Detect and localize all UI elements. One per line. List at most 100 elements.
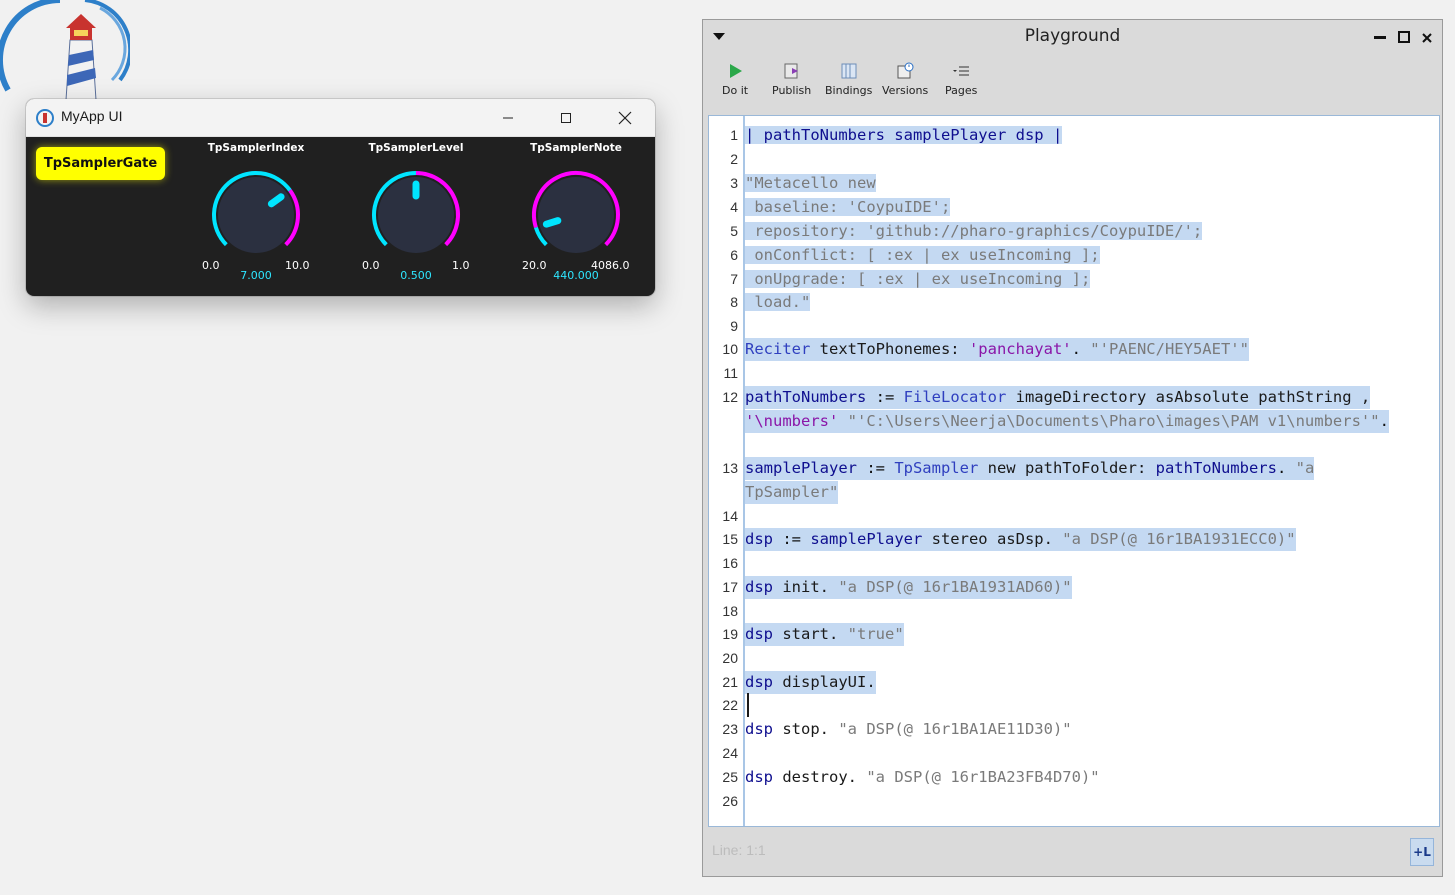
- code-token: Reciter: [745, 340, 811, 358]
- knob-body: [538, 177, 614, 253]
- app-icon: [36, 109, 54, 127]
- line-numbers-toggle-button[interactable]: +L: [1410, 838, 1434, 866]
- line-number: 13: [722, 460, 738, 476]
- code-token: stereo asDsp.: [922, 530, 1063, 548]
- knob-value: 7.000: [240, 269, 272, 282]
- line-number: 17: [722, 579, 738, 595]
- publish-icon: [784, 63, 798, 79]
- pharo-lighthouse-icon: [0, 0, 133, 110]
- code-token: TpSampler": [745, 483, 839, 501]
- line-number: 10: [722, 341, 738, 357]
- code-token: repository: 'github://pharo-graphics/Coy…: [745, 222, 1203, 240]
- code-line: samplePlayer := TpSampler new pathToFold…: [745, 457, 1315, 480]
- line-number: 23: [722, 721, 738, 737]
- code-token: onUpgrade: [ :ex | ex useIncoming ];: [745, 270, 1091, 288]
- tool-label: Publish: [772, 84, 812, 97]
- line-number: 24: [722, 745, 738, 761]
- code-token: '\numbers': [745, 412, 839, 430]
- knob-label: TpSamplerNote: [530, 142, 622, 154]
- line-number: 7: [730, 271, 738, 287]
- code-token: destroy.: [773, 768, 867, 786]
- line-number: 19: [722, 626, 738, 642]
- playground-window: Playground Do it Publish Bindings Versio…: [702, 19, 1443, 877]
- knob-label: TpSamplerLevel: [368, 142, 464, 154]
- code-line: | pathToNumbers samplePlayer dsp |: [745, 124, 1063, 147]
- status-bar: Line: 1:1 +L: [703, 828, 1442, 876]
- maximize-icon: [1398, 31, 1410, 43]
- code-token: pathToNumbers: [1155, 459, 1277, 477]
- bindings-button[interactable]: Bindings: [825, 61, 872, 97]
- code-token: displayUI.: [773, 673, 876, 691]
- code-token: "'PAENC/HEY5AET'": [1090, 340, 1249, 358]
- publish-button[interactable]: Publish: [772, 61, 811, 97]
- maximize-icon: [561, 112, 571, 123]
- line-number: 1: [730, 127, 738, 143]
- knob-value: 0.500: [400, 269, 432, 282]
- playground-titlebar[interactable]: Playground: [703, 20, 1442, 55]
- tpsamplergate-button[interactable]: TpSamplerGate: [36, 147, 165, 180]
- code-editor[interactable]: 1 2 3 4 5 6 7 8 9 10 11 12 13 14 15 16 17 18 19 20 21 22 23 24 2…: [708, 115, 1440, 827]
- minimize-button[interactable]: [1374, 28, 1386, 47]
- playground-toolbar: Do it Publish Bindings Versions Pages: [703, 55, 1442, 115]
- code-token: "'C:\Users\Neerja\Documents\Pharo\images…: [847, 412, 1380, 430]
- code-token: "true": [847, 625, 904, 643]
- tool-label: Versions: [882, 84, 929, 97]
- code-token: "a DSP(@ 16r1BA1931AD60)": [838, 578, 1072, 596]
- tool-label: Bindings: [825, 84, 873, 97]
- code-token: dsp: [745, 768, 773, 786]
- line-number: 11: [723, 365, 738, 381]
- code-token: onConflict: [ :ex | ex useIncoming ];: [745, 246, 1100, 264]
- playground-title: Playground: [1024, 26, 1121, 46]
- line-number: 15: [722, 531, 738, 547]
- knob-indicator: [542, 217, 562, 228]
- window-titlebar[interactable]: MyApp UI: [26, 99, 655, 137]
- code-token: :=: [856, 459, 895, 477]
- minimize-icon: [1374, 36, 1386, 39]
- code-token: pathToNumbers: [745, 388, 867, 406]
- code-token: stop.: [773, 720, 839, 738]
- code-token: textToPhonemes:: [810, 340, 969, 358]
- code-line: dsp stop. "a DSP(@ 16r1BA1AE11D30)": [745, 718, 1072, 741]
- app-content: TpSamplerGate TpSamplerIndex 0.0 10.0 7.…: [26, 137, 655, 296]
- knob-group-note: TpSamplerNote 20.0 4086.0 440.000: [506, 137, 646, 296]
- code-token: load.": [745, 293, 811, 311]
- code-line: '\numbers' "'C:\Users\Neerja\Documents\P…: [745, 410, 1389, 433]
- tpsamplernote-knob[interactable]: [528, 167, 624, 263]
- line-number: 8: [730, 294, 738, 310]
- play-icon: [730, 64, 743, 78]
- line-number: 2: [730, 151, 738, 167]
- bindings-icon: [841, 63, 857, 79]
- code-token: "a: [1295, 459, 1315, 477]
- close-icon: [1422, 33, 1432, 43]
- knob-label: TpSamplerIndex: [207, 142, 305, 154]
- window-title: MyApp UI: [61, 108, 123, 124]
- line-number: 25: [722, 769, 738, 785]
- versions-button[interactable]: Versions: [882, 61, 928, 97]
- tool-label: Pages: [945, 84, 978, 97]
- maximize-button[interactable]: [537, 99, 595, 136]
- code-token: dsp: [745, 578, 773, 596]
- tpsamplerindex-knob[interactable]: [208, 167, 304, 263]
- line-number: 9: [730, 318, 738, 334]
- code-line: TpSampler": [745, 481, 839, 504]
- code-text-area[interactable]: | pathToNumbers samplePlayer dsp | "Meta…: [745, 116, 1439, 826]
- close-icon: [618, 111, 632, 124]
- knob-body: [218, 177, 294, 253]
- maximize-button[interactable]: [1398, 28, 1410, 47]
- code-line: onUpgrade: [ :ex | ex useIncoming ];: [745, 268, 1091, 291]
- line-number: 16: [722, 555, 738, 571]
- tpsamplerlevel-knob[interactable]: [368, 167, 464, 263]
- code-line: load.": [745, 291, 811, 314]
- close-button[interactable]: [1422, 28, 1432, 47]
- code-token: .: [1071, 340, 1091, 358]
- minimize-button[interactable]: [479, 99, 537, 136]
- do-it-button[interactable]: Do it: [722, 61, 748, 97]
- close-button[interactable]: [596, 99, 654, 136]
- myapp-window: MyApp UI TpSamplerGate TpSamplerIndex 0.…: [26, 99, 655, 296]
- code-token: "a DSP(@ 16r1BA23FB4D70)": [866, 768, 1100, 786]
- pages-button[interactable]: Pages: [945, 61, 977, 97]
- code-line: dsp destroy. "a DSP(@ 16r1BA23FB4D70)": [745, 766, 1100, 789]
- code-line: onConflict: [ :ex | ex useIncoming ];: [745, 244, 1100, 267]
- line-number: 3: [730, 175, 738, 191]
